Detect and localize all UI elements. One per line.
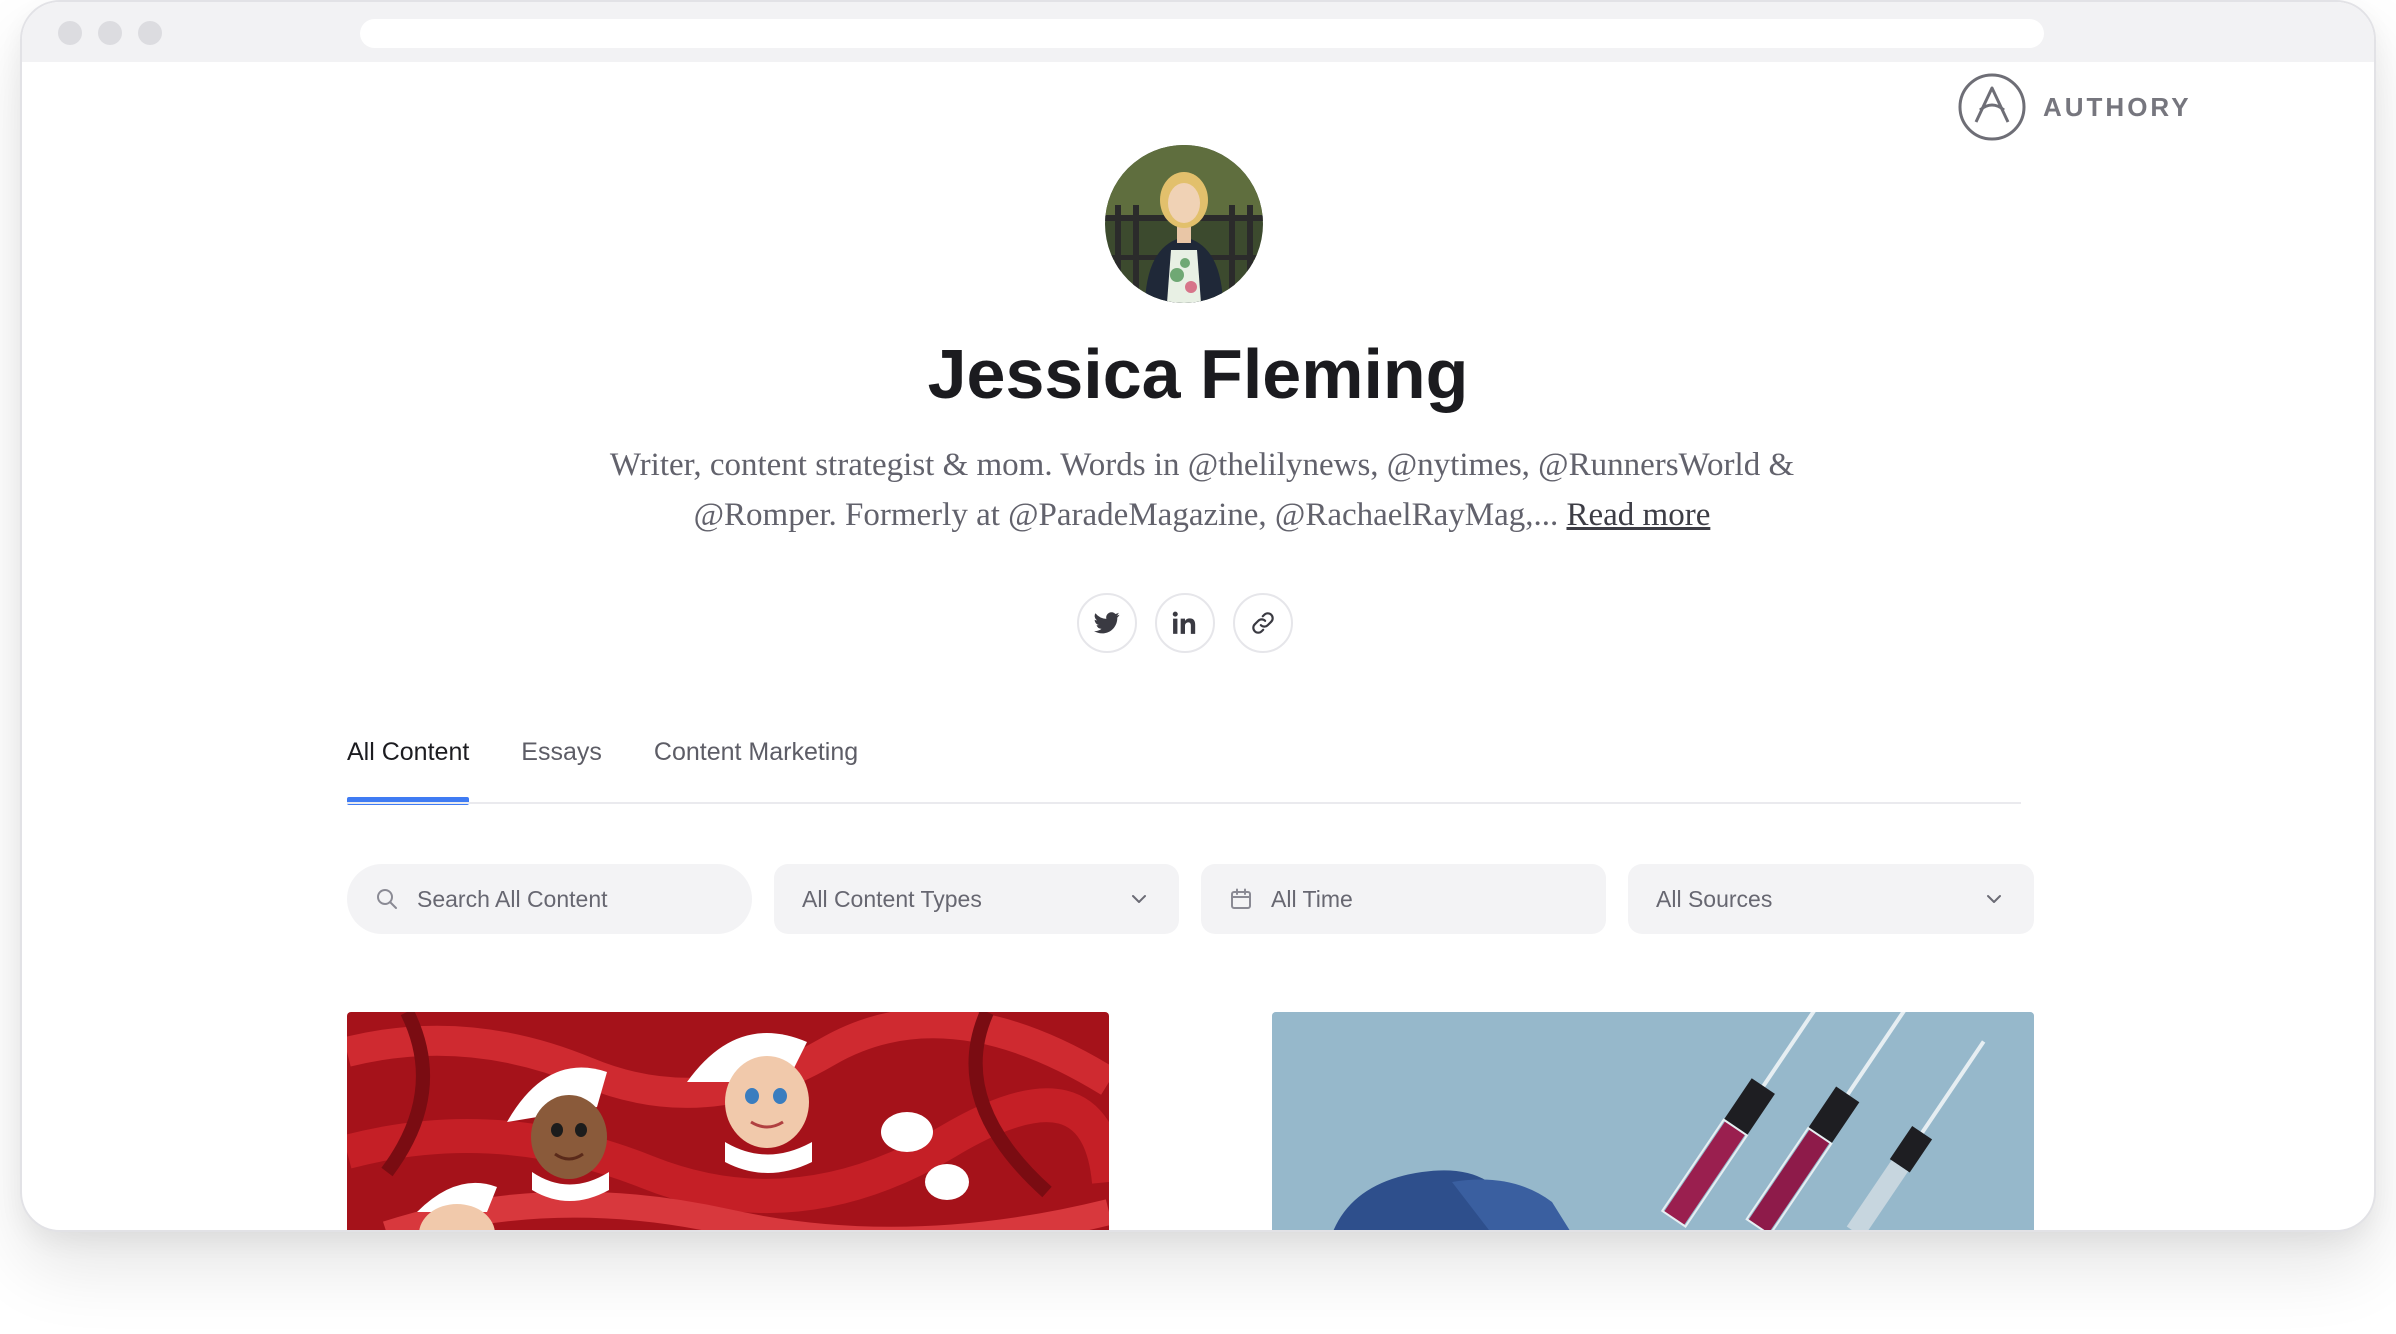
link-icon — [1252, 612, 1274, 634]
linkedin-icon — [1172, 611, 1196, 634]
profile-bio: Writer, content strategist & mom. Words … — [542, 440, 1862, 540]
content-types-select[interactable]: All Content Types — [774, 864, 1179, 934]
twitter-icon — [1094, 612, 1120, 634]
authory-brand[interactable]: AUTHORY — [1957, 72, 2192, 142]
linkedin-button[interactable] — [1155, 593, 1215, 653]
social-links — [1077, 593, 1293, 653]
read-more-link[interactable]: Read more — [1566, 497, 1710, 533]
search-placeholder: Search All Content — [417, 885, 608, 912]
sources-select[interactable]: All Sources — [1628, 864, 2034, 934]
address-bar[interactable] — [360, 19, 2044, 48]
profile-name: Jessica Fleming — [927, 335, 1469, 413]
syringes-photo — [1272, 1012, 2034, 1230]
browser-titlebar — [22, 2, 2374, 62]
chevron-down-icon — [1132, 895, 1146, 903]
window-minimize-dot[interactable] — [98, 21, 122, 45]
tabs-divider — [347, 802, 2021, 804]
content-types-value: All Content Types — [802, 885, 982, 912]
calendar-icon — [1229, 887, 1253, 911]
website-link-button[interactable] — [1233, 593, 1293, 653]
search-input[interactable]: Search All Content — [347, 864, 752, 934]
profile-photo — [1105, 145, 1263, 303]
time-range-picker[interactable]: All Time — [1201, 864, 1606, 934]
window-close-dot[interactable] — [58, 21, 82, 45]
window-maximize-dot[interactable] — [138, 21, 162, 45]
tab-all-content[interactable]: All Content — [347, 738, 470, 805]
search-icon — [375, 887, 399, 911]
authory-logo-icon — [1958, 73, 2026, 141]
content-card-elf[interactable] — [347, 1012, 1109, 1230]
sources-value: All Sources — [1656, 885, 1773, 912]
chevron-down-icon — [1987, 895, 2001, 903]
filter-bar: Search All Content All Content Types All… — [347, 864, 2034, 934]
elf-dolls-photo — [347, 1012, 1109, 1230]
content-card-syringes[interactable] — [1272, 1012, 2034, 1230]
time-range-value: All Time — [1271, 885, 1353, 912]
profile-avatar — [1105, 145, 1263, 303]
tab-content-marketing[interactable]: Content Marketing — [654, 738, 858, 797]
tab-essays[interactable]: Essays — [521, 738, 602, 797]
content-tabs: All Content Essays Content Marketing — [347, 738, 910, 805]
twitter-button[interactable] — [1077, 593, 1137, 653]
brand-name: AUTHORY — [2043, 91, 2192, 122]
browser-window: AUTHORY Jessica Fleming Writer, content … — [20, 0, 2376, 1232]
